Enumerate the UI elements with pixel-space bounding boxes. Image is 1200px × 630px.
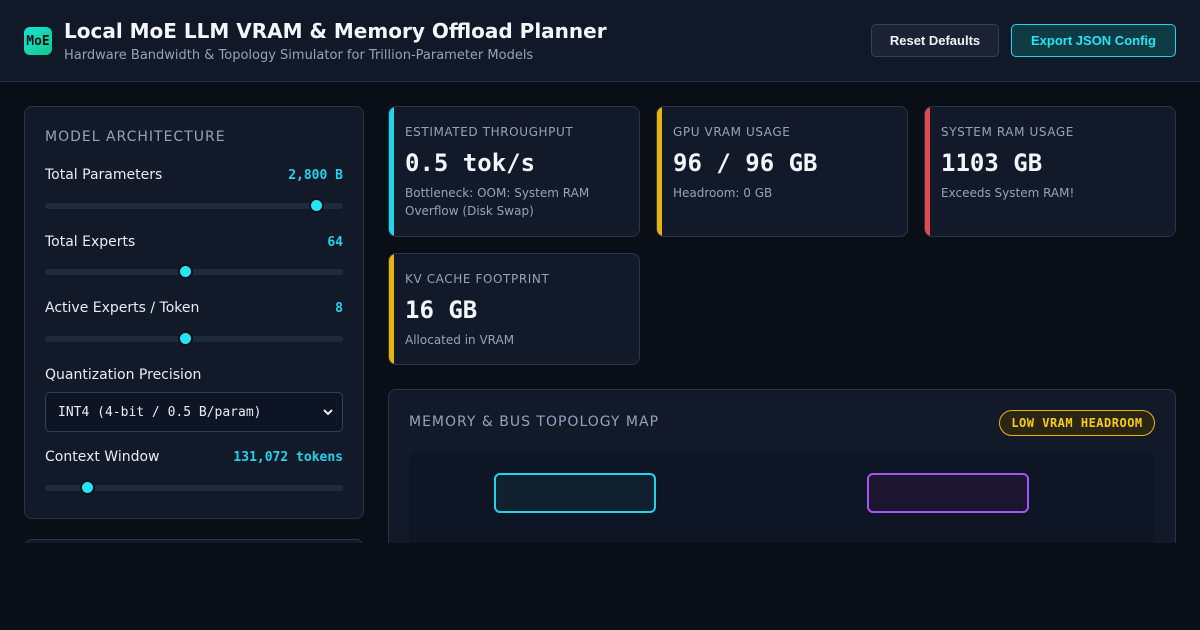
- context-window-slider-thumb[interactable]: [79, 480, 95, 495]
- throughput-bottleneck: Bottleneck: OOM: System RAM Overflow (Di…: [405, 186, 590, 218]
- chevron-down-icon: [323, 409, 333, 416]
- system-ram-value: 1103 GB: [941, 149, 1043, 177]
- topology-title: MEMORY & BUS TOPOLOGY MAP: [409, 414, 660, 430]
- card-accent-bar: [389, 107, 394, 236]
- active-experts-label: Active Experts / Token: [45, 300, 200, 316]
- kv-cache-value: 16 GB: [405, 296, 478, 324]
- active-experts-slider[interactable]: [45, 331, 343, 346]
- throughput-value: 0.5 tok/s: [405, 149, 536, 177]
- vram-usage-card: GPU VRAM USAGE 96 / 96 GB Headroom: 0 GB: [656, 106, 908, 237]
- export-json-button[interactable]: Export JSON Config: [1011, 24, 1176, 57]
- active-experts-value: 8: [335, 301, 343, 316]
- model-architecture-panel: MODEL ARCHITECTURE Total Parameters 2,80…: [24, 106, 364, 519]
- system-ram-card: SYSTEM RAM USAGE 1103 GB Exceeds System …: [924, 106, 1176, 237]
- total-experts-value: 64: [327, 235, 343, 250]
- status-badge: LOW VRAM HEADROOM: [999, 410, 1155, 436]
- total-experts-label: Total Experts: [45, 234, 136, 250]
- total-params-label: Total Parameters: [45, 167, 163, 183]
- context-window-label: Context Window: [45, 449, 160, 465]
- kv-cache-card: KV CACHE FOOTPRINT 16 GB Allocated in VR…: [388, 253, 640, 365]
- total-experts-slider[interactable]: [45, 264, 343, 279]
- app-logo: MoE: [24, 27, 52, 55]
- app-title: Local MoE LLM VRAM & Memory Offload Plan…: [64, 19, 607, 43]
- total-params-slider[interactable]: [45, 198, 343, 213]
- card-accent-bar: [389, 254, 394, 364]
- app-subtitle: Hardware Bandwidth & Topology Simulator …: [64, 48, 534, 63]
- total-experts-slider-thumb[interactable]: [178, 264, 194, 279]
- vram-usage-value: 96 / 96 GB: [673, 149, 818, 177]
- context-window-slider[interactable]: [45, 480, 343, 495]
- card-accent-bar: [925, 107, 930, 236]
- total-params-slider-thumb[interactable]: [309, 198, 325, 213]
- kv-cache-label: KV CACHE FOOTPRINT: [405, 272, 550, 286]
- context-window-value: 131,072 tokens: [233, 450, 343, 465]
- throughput-label: ESTIMATED THROUGHPUT: [405, 125, 574, 139]
- total-params-value: 2,800 B: [288, 168, 343, 183]
- cpu-node: [867, 473, 1029, 513]
- gpu-node: [494, 473, 656, 513]
- kv-cache-location: Allocated in VRAM: [405, 333, 515, 347]
- topology-panel: MEMORY & BUS TOPOLOGY MAP LOW VRAM HEADR…: [388, 389, 1176, 569]
- vram-usage-label: GPU VRAM USAGE: [673, 125, 791, 139]
- quantization-label: Quantization Precision: [45, 367, 202, 383]
- quantization-select[interactable]: INT4 (4-bit / 0.5 B/param): [45, 392, 343, 432]
- card-accent-bar: [657, 107, 662, 236]
- app-header: MoE Local MoE LLM VRAM & Memory Offload …: [0, 0, 1200, 82]
- viewport-bottom: [0, 543, 1200, 630]
- throughput-card: ESTIMATED THROUGHPUT 0.5 tok/s Bottlenec…: [388, 106, 640, 237]
- system-ram-warning: Exceeds System RAM!: [941, 186, 1075, 200]
- system-ram-label: SYSTEM RAM USAGE: [941, 125, 1074, 139]
- reset-defaults-button[interactable]: Reset Defaults: [871, 24, 999, 57]
- vram-headroom: Headroom: 0 GB: [673, 186, 773, 200]
- active-experts-slider-thumb[interactable]: [178, 331, 194, 346]
- panel-title: MODEL ARCHITECTURE: [45, 129, 226, 145]
- quantization-selected-value: INT4 (4-bit / 0.5 B/param): [58, 404, 262, 420]
